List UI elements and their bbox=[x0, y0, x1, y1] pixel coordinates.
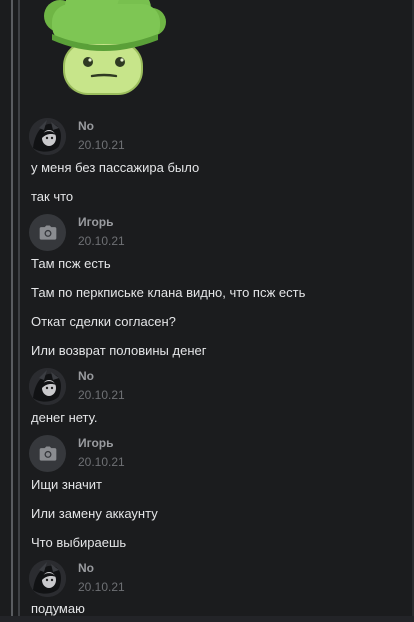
avatar[interactable] bbox=[29, 435, 66, 472]
chat-window: No 20.10.21 у меня без пассажира было та… bbox=[0, 0, 414, 622]
message-date: 20.10.21 bbox=[78, 138, 125, 152]
avatar[interactable] bbox=[29, 560, 66, 597]
avatar-icon bbox=[29, 368, 66, 405]
camera-icon bbox=[39, 225, 56, 240]
avatar[interactable] bbox=[29, 368, 66, 405]
avatar[interactable] bbox=[29, 118, 66, 155]
message-text: у меня без пассажира было bbox=[31, 160, 200, 175]
message-text: так что bbox=[31, 189, 74, 204]
message-text: Что выбираешь bbox=[31, 535, 127, 550]
message-author[interactable]: No bbox=[78, 119, 94, 133]
message-author[interactable]: No bbox=[78, 561, 94, 575]
bottom-edge bbox=[0, 616, 414, 622]
message-author[interactable]: Игорь bbox=[78, 215, 114, 229]
message-text: Там псж есть bbox=[31, 256, 111, 271]
message-text: денег нету. bbox=[31, 410, 98, 425]
avatar-icon bbox=[29, 560, 66, 597]
message-date: 20.10.21 bbox=[78, 388, 125, 402]
message-text: Или замену аккаунту bbox=[31, 506, 158, 521]
camera-icon bbox=[39, 446, 56, 461]
message-text: подумаю bbox=[31, 601, 85, 616]
message-text: Откат сделки согласен? bbox=[31, 314, 176, 329]
message-text: Ищи значит bbox=[31, 477, 102, 492]
message-date: 20.10.21 bbox=[78, 234, 125, 248]
message-date: 20.10.21 bbox=[78, 455, 125, 469]
message-text: Там по перкпиське клана видно, что псж е… bbox=[31, 285, 306, 300]
thread-line bbox=[18, 0, 20, 622]
thread-line bbox=[11, 0, 13, 622]
message-text: Или возврат половины денег bbox=[31, 343, 207, 358]
broccoli-sticker-icon bbox=[44, 0, 166, 95]
avatar[interactable] bbox=[29, 214, 66, 251]
message-author[interactable]: Игорь bbox=[78, 436, 114, 450]
message-author[interactable]: No bbox=[78, 369, 94, 383]
message-date: 20.10.21 bbox=[78, 580, 125, 594]
avatar-icon bbox=[29, 118, 66, 155]
